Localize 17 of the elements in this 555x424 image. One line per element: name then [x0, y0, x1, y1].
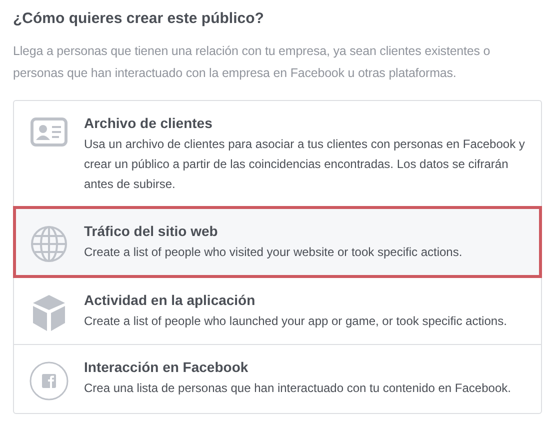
- option-description: Usa un archivo de clientes para asociar a tus clientes con personas en Facebook y crear un público a partir de las coincidencias encontradas. Los datos se cifrarán antes de subirse.: [84, 136, 526, 193]
- page-heading: ¿Cómo quieres crear este público?: [13, 9, 265, 29]
- option-item[interactable]: Interacción en Facebook Crea una lista de personas que han interactuado con tu contenido en Facebook.: [14, 344, 541, 413]
- facebook-icon: [29, 361, 69, 401]
- option-item[interactable]: Actividad en la aplicación Create a list of people who launched your app or game, or took specific actions.: [14, 278, 541, 344]
- cube-icon: [32, 294, 66, 332]
- intro-text: Llega a personas que tienen una relación con tu empresa, ya sean clientes existentes o personas que han interactuado con la empresa en Facebook u otras plataformas.: [13, 43, 492, 82]
- option-item[interactable]: Tráfico del sitio web Create a list of people who visited your website or took specific actions.: [13, 206, 542, 278]
- globe-icon: [30, 225, 68, 263]
- option-title: Tráfico del sitio web: [84, 222, 219, 241]
- option-description: Create a list of people who visited your website or took specific actions.: [84, 244, 462, 261]
- option-title: Interacción en Facebook: [84, 358, 250, 377]
- option-description: Crea una lista de personas que han interactuado con tu contenido en Facebook.: [84, 380, 511, 397]
- option-title: Archivo de clientes: [84, 114, 214, 133]
- contact-card-icon: [30, 117, 68, 147]
- option-title: Actividad en la aplicación: [84, 291, 256, 310]
- option-description: Create a list of people who launched your app or game, or took specific actions.: [84, 313, 507, 330]
